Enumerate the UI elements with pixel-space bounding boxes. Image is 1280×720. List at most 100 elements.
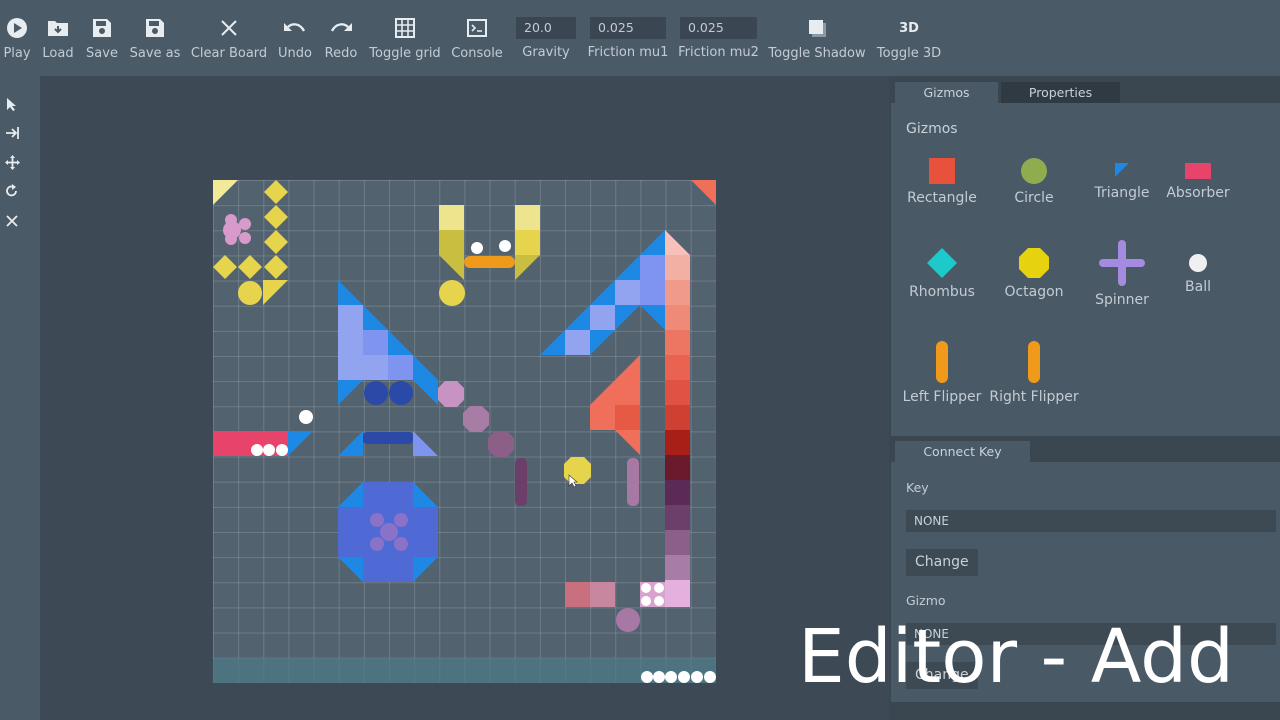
folder-icon [48, 21, 68, 36]
delete-tool[interactable] [4, 213, 20, 229]
key-label: Key [906, 480, 929, 495]
grid-icon [395, 18, 415, 38]
friction-mu2-label: Friction mu2 [678, 45, 759, 60]
board-canvas [213, 180, 716, 683]
gizmo-label: Ball [1185, 279, 1211, 295]
save-label: Save [86, 46, 118, 61]
gizmo-label: Right Flipper [989, 389, 1079, 405]
toolbar: Play Load Save Save as Clear Board Undo … [0, 0, 1280, 76]
tab-properties[interactable]: Properties [1001, 82, 1120, 103]
play-label: Play [3, 46, 31, 61]
toggle-3d-label: Toggle 3D [876, 46, 942, 61]
console-icon [467, 19, 487, 37]
select-tool[interactable] [4, 96, 20, 112]
corner-triangle[interactable] [691, 180, 716, 205]
move-tool[interactable] [4, 154, 20, 170]
save-button[interactable]: Save [86, 0, 118, 76]
gravity-input[interactable]: 20.0 [516, 17, 576, 39]
friction-mu2-input[interactable]: 0.025 [680, 17, 757, 39]
clear-board-label: Clear Board [190, 46, 268, 61]
gizmo-left-flipper[interactable]: Left Flipper [897, 341, 987, 405]
friction-mu1-label: Friction mu1 [587, 45, 669, 60]
redo-label: Redo [324, 46, 358, 61]
clear-board-button[interactable]: Clear Board [190, 0, 268, 76]
tab-connect-key[interactable]: Connect Key [895, 441, 1030, 462]
friction-mu1-input[interactable]: 0.025 [590, 17, 666, 39]
close-icon [221, 20, 237, 36]
gizmo-absorber[interactable]: Absorber [1153, 163, 1243, 201]
rhombus[interactable] [264, 255, 288, 279]
save-as-button[interactable]: Save as [130, 0, 180, 76]
save-as-label: Save as [129, 46, 181, 61]
change-key-button[interactable]: Change [906, 549, 978, 576]
gizmo-rectangle[interactable]: Rectangle [897, 158, 987, 206]
load-label: Load [42, 46, 74, 61]
gizmo-label: Absorber [1166, 185, 1230, 201]
redo-icon [330, 23, 352, 32]
friction-mu2-control: 0.025 Friction mu2 [678, 0, 759, 76]
shadow-icon [809, 20, 826, 37]
toggle-grid-button[interactable]: Toggle grid [369, 0, 441, 76]
console-label: Console [451, 46, 503, 61]
gizmo-rhombus[interactable]: Rhombus [897, 248, 987, 300]
gizmo-right-flipper[interactable]: Right Flipper [989, 341, 1079, 405]
octagon-icon [1019, 248, 1049, 278]
redo-button[interactable]: Redo [324, 0, 358, 76]
save-icon [93, 19, 111, 37]
gravity-control: 20.0 Gravity [516, 0, 576, 76]
gravity-label: Gravity [522, 45, 570, 60]
circle[interactable] [439, 280, 465, 306]
gizmo-label: Spinner [1095, 292, 1149, 308]
rectangle-icon [929, 158, 955, 184]
play-button[interactable]: Play [3, 0, 31, 76]
triangle-icon [1115, 163, 1129, 177]
rotate-icon [6, 184, 17, 197]
rhombus[interactable] [238, 255, 262, 279]
gizmo-label: Octagon [1004, 284, 1064, 300]
toggle-grid-label: Toggle grid [369, 46, 441, 61]
load-button[interactable]: Load [42, 0, 74, 76]
friction-mu1-control: 0.025 Friction mu1 [587, 0, 669, 76]
rhombus[interactable] [264, 230, 288, 254]
triangle[interactable] [263, 280, 288, 305]
ball[interactable] [299, 410, 313, 424]
spinner[interactable] [223, 214, 251, 245]
toggle-3d-button[interactable]: 3D Toggle 3D [876, 0, 942, 76]
gizmo-octagon[interactable]: Octagon [989, 248, 1079, 300]
circle[interactable] [616, 608, 640, 632]
absorber-icon [1185, 163, 1211, 179]
toggle-shadow-label: Toggle Shadow [768, 46, 866, 61]
rhombus[interactable] [264, 205, 288, 229]
gizmo-circle[interactable]: Circle [989, 158, 1079, 206]
tab-gizmos[interactable]: Gizmos [895, 82, 998, 103]
gizmos-title: Gizmos [906, 121, 958, 137]
rhombus[interactable] [264, 180, 288, 204]
gizmo-ball[interactable]: Ball [1153, 253, 1243, 295]
cursor-icon [7, 97, 16, 111]
gizmo-label: Circle [1014, 190, 1054, 206]
gizmo-label: Rhombus [909, 284, 975, 300]
circle-icon [1021, 158, 1047, 184]
gizmo-label: Rectangle [907, 190, 977, 206]
circle[interactable] [238, 281, 262, 305]
game-board[interactable] [213, 180, 716, 683]
3d-icon: 3D [899, 20, 919, 36]
rhombus[interactable] [213, 255, 237, 279]
key-field[interactable]: NONE [906, 510, 1276, 532]
tool-sidebar [0, 76, 40, 720]
undo-label: Undo [278, 46, 312, 61]
flipper[interactable] [464, 256, 515, 268]
toggle-shadow-button[interactable]: Toggle Shadow [768, 0, 866, 76]
connect-tool[interactable] [4, 125, 20, 141]
save-as-icon [146, 19, 164, 37]
rotate-tool[interactable] [4, 183, 20, 199]
undo-button[interactable]: Undo [277, 0, 313, 76]
gizmo-label-field: Gizmo [906, 593, 946, 608]
console-button[interactable]: Console [451, 0, 503, 76]
spinner-icon [1099, 240, 1145, 286]
left-flipper-icon [936, 341, 948, 383]
gizmo-label: Left Flipper [902, 389, 982, 405]
arrow-to-bar-icon [5, 127, 19, 139]
undo-icon [284, 23, 306, 32]
corner-triangle[interactable] [213, 180, 238, 205]
